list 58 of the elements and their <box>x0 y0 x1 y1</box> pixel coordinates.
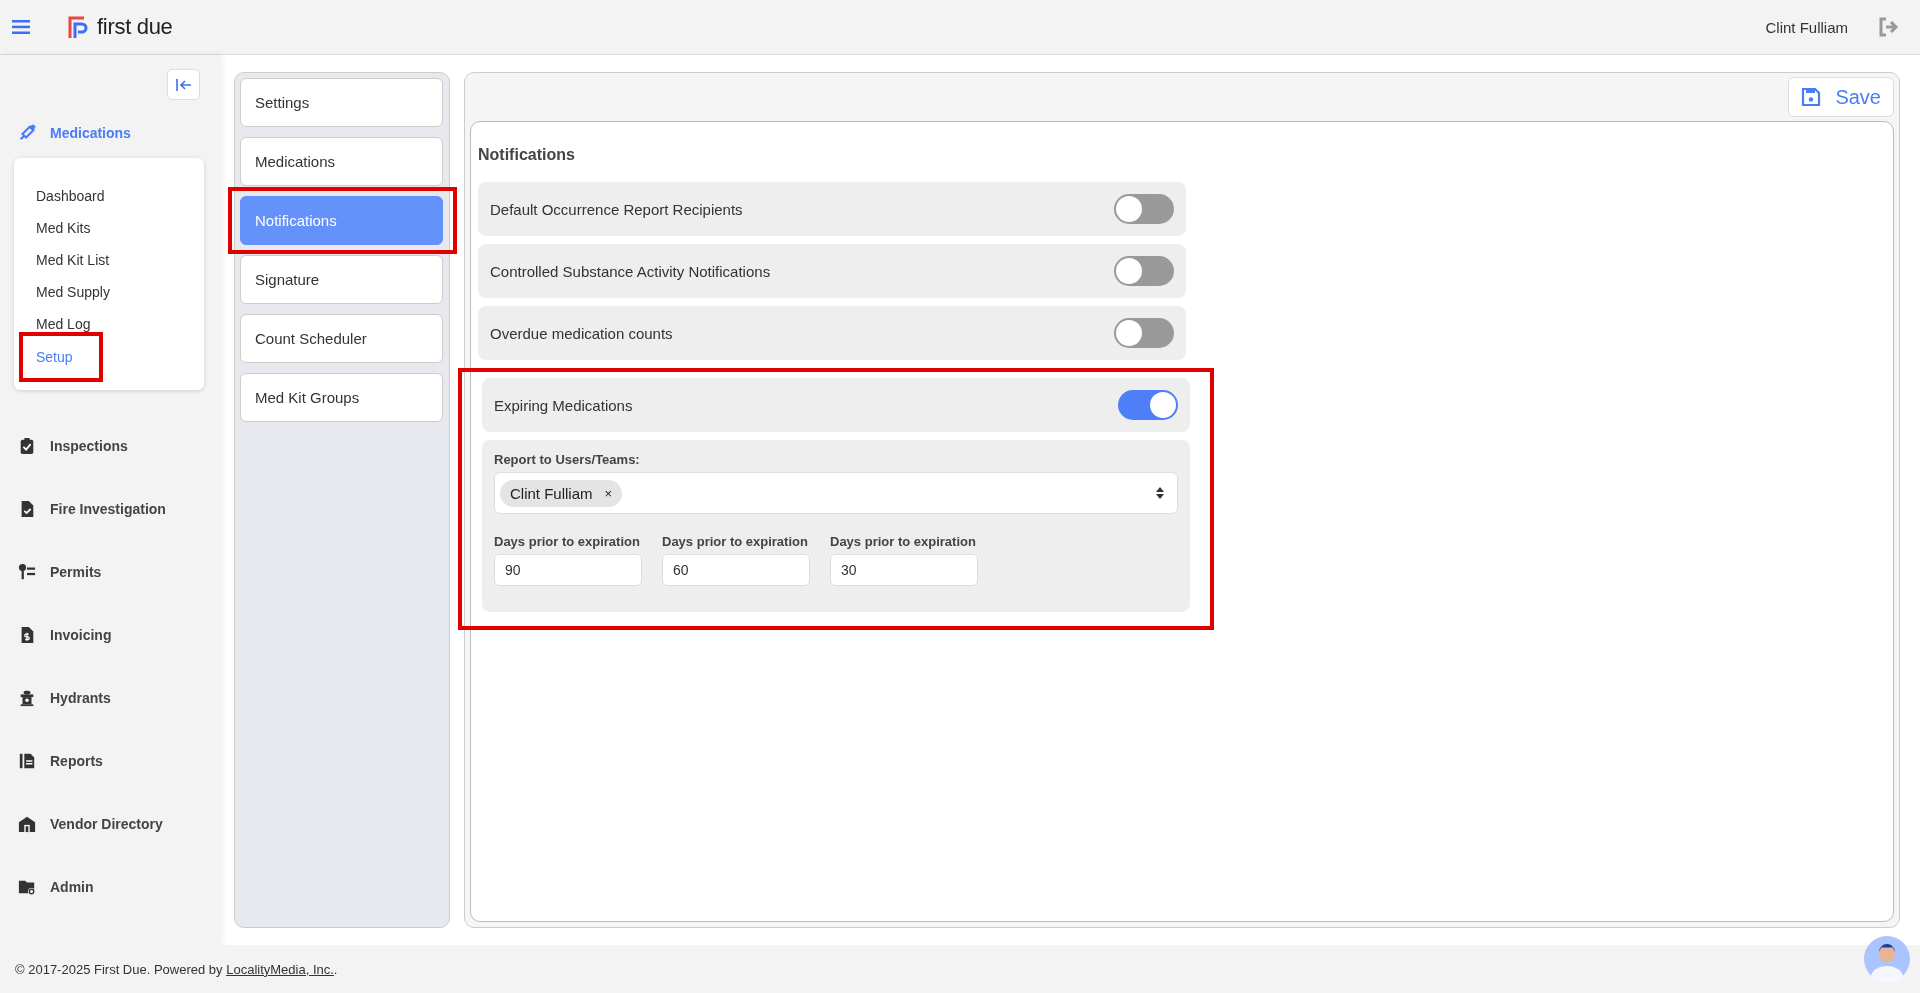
sidebar-item[interactable]: Hydrants <box>0 666 220 729</box>
section-title: Notifications <box>478 146 576 164</box>
field-label: Report to Users/Teams: <box>494 452 641 467</box>
save-button[interactable]: Save <box>1788 77 1894 117</box>
submenu-item[interactable]: Setup <box>36 341 73 373</box>
recipient-tag: Clint Fulliam × <box>500 479 623 507</box>
sort-icon <box>1155 486 1165 500</box>
select-field[interactable]: Clint Fulliam × <box>494 472 1178 514</box>
submenu-item[interactable]: Med Log <box>36 308 204 340</box>
clipboard-icon <box>18 436 36 455</box>
nav-button[interactable]: Med Kit Groups <box>240 373 443 422</box>
input-field[interactable]: 60 <box>662 554 810 586</box>
sidebar-item[interactable]: Permits <box>0 540 220 603</box>
field-label: Days prior to expiration <box>494 534 641 549</box>
avatar-icon[interactable] <box>1864 936 1910 982</box>
sidebar-item[interactable]: Admin <box>0 855 220 918</box>
toggle-switch[interactable] <box>1114 318 1174 348</box>
submenu-item[interactable]: Dashboard <box>36 180 204 212</box>
logout-icon[interactable] <box>1878 17 1900 37</box>
sidebar-item[interactable]: Inspections <box>0 414 220 477</box>
input-field[interactable]: 30 <box>830 554 978 586</box>
toggle-label: Default Occurrence Report Recipients <box>490 200 743 218</box>
collapse-button[interactable] <box>167 69 200 100</box>
brand-name: first due <box>97 14 173 40</box>
store-icon <box>18 814 36 833</box>
toggle-label: Expiring Medications <box>494 396 633 414</box>
remove-tag-button[interactable]: × <box>604 485 613 501</box>
nav-button[interactable]: Settings <box>240 78 443 127</box>
nav-button[interactable]: Count Scheduler <box>240 314 443 363</box>
save-icon <box>1801 87 1822 107</box>
menu-label: Medications <box>50 125 131 141</box>
submenu-item[interactable]: Med Kits <box>36 212 204 244</box>
logo-icon <box>66 14 88 40</box>
hydrant-icon <box>18 688 36 707</box>
nav-button[interactable]: Medications <box>240 137 443 186</box>
toggle-label: Overdue medication counts <box>490 324 673 342</box>
key-list-icon <box>18 562 36 581</box>
sidebar-item[interactable]: Fire Investigation <box>0 477 220 540</box>
sidebar-item[interactable]: Vendor Directory <box>0 792 220 855</box>
toggle-switch[interactable] <box>1114 256 1174 286</box>
syringe-icon <box>18 124 36 142</box>
field-label: Days prior to expiration <box>662 534 809 549</box>
company-link[interactable]: LocalityMedia, Inc. <box>226 961 334 977</box>
nav-button[interactable]: Signature <box>240 255 443 304</box>
field-label: Days prior to expiration <box>830 534 977 549</box>
report-icon <box>18 751 36 770</box>
menu-icon[interactable] <box>12 20 30 34</box>
user-name[interactable]: Clint Fulliam <box>1765 18 1848 36</box>
submenu-item[interactable]: Med Supply <box>36 276 204 308</box>
sidebar-item[interactable]: Invoicing <box>0 603 220 666</box>
submenu-item[interactable]: Med Kit List <box>36 244 204 276</box>
toggle-label: Controlled Substance Activity Notifications <box>490 262 771 280</box>
toggle-switch[interactable] <box>1114 194 1174 224</box>
toggle-switch[interactable] <box>1118 390 1178 420</box>
input-field[interactable]: 90 <box>494 554 642 586</box>
sidebar-item[interactable]: Reports <box>0 729 220 792</box>
copyright-text: © 2017-2025 First Due. Powered by LocalityMedia, Inc.. <box>15 961 338 977</box>
collapse-icon <box>175 77 192 92</box>
